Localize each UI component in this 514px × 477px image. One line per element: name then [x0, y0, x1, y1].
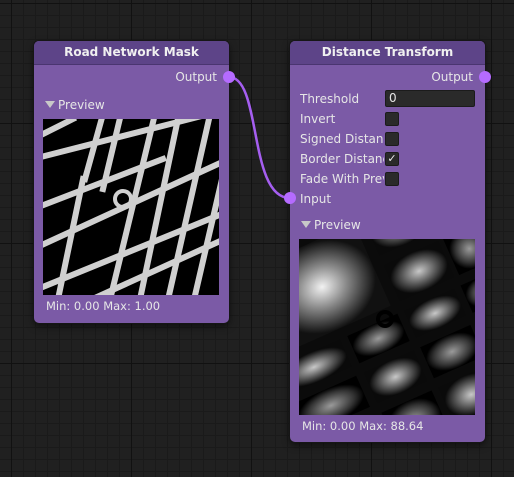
threshold-label: Threshold [300, 92, 360, 106]
preview-image [43, 119, 219, 295]
border-distance-label: Border Distanc [300, 152, 384, 166]
fade-with-preview-label: Fade With Prev [300, 172, 384, 186]
node-title[interactable]: Distance Transform [290, 41, 485, 65]
input-port[interactable] [284, 192, 296, 204]
threshold-input[interactable]: 0 [385, 90, 475, 107]
preview-toggle[interactable]: Preview [45, 97, 105, 113]
invert-label: Invert [300, 112, 336, 126]
signed-distance-checkbox[interactable] [385, 132, 399, 146]
road-mask-preview [43, 119, 219, 295]
distance-transform-node[interactable]: Distance Transform Output Threshold 0 In… [284, 41, 491, 442]
output-port[interactable] [479, 71, 491, 83]
min-max-readout: Min: 0.00 Max: 88.64 [302, 419, 424, 433]
invert-checkbox[interactable] [385, 112, 399, 126]
check-icon: ✓ [387, 152, 397, 165]
road-network-mask-node[interactable]: Road Network Mask Output Preview Min: 0.… [34, 41, 235, 323]
min-max-readout: Min: 0.00 Max: 1.00 [46, 299, 161, 313]
output-port-label: Output [175, 70, 217, 84]
preview-image [299, 239, 475, 415]
triangle-down-icon [301, 221, 311, 228]
border-distance-checkbox[interactable]: ✓ [385, 152, 399, 166]
preview-label: Preview [314, 218, 361, 232]
distance-preview [299, 239, 475, 415]
input-port-label: Input [300, 192, 332, 206]
preview-toggle[interactable]: Preview [301, 217, 361, 233]
node-title[interactable]: Road Network Mask [34, 41, 229, 65]
output-port-label: Output [431, 70, 473, 84]
signed-distance-label: Signed Distanc [300, 132, 384, 146]
triangle-down-icon [45, 101, 55, 108]
fade-with-preview-checkbox[interactable] [385, 172, 399, 186]
output-port[interactable] [223, 71, 235, 83]
preview-label: Preview [58, 98, 105, 112]
